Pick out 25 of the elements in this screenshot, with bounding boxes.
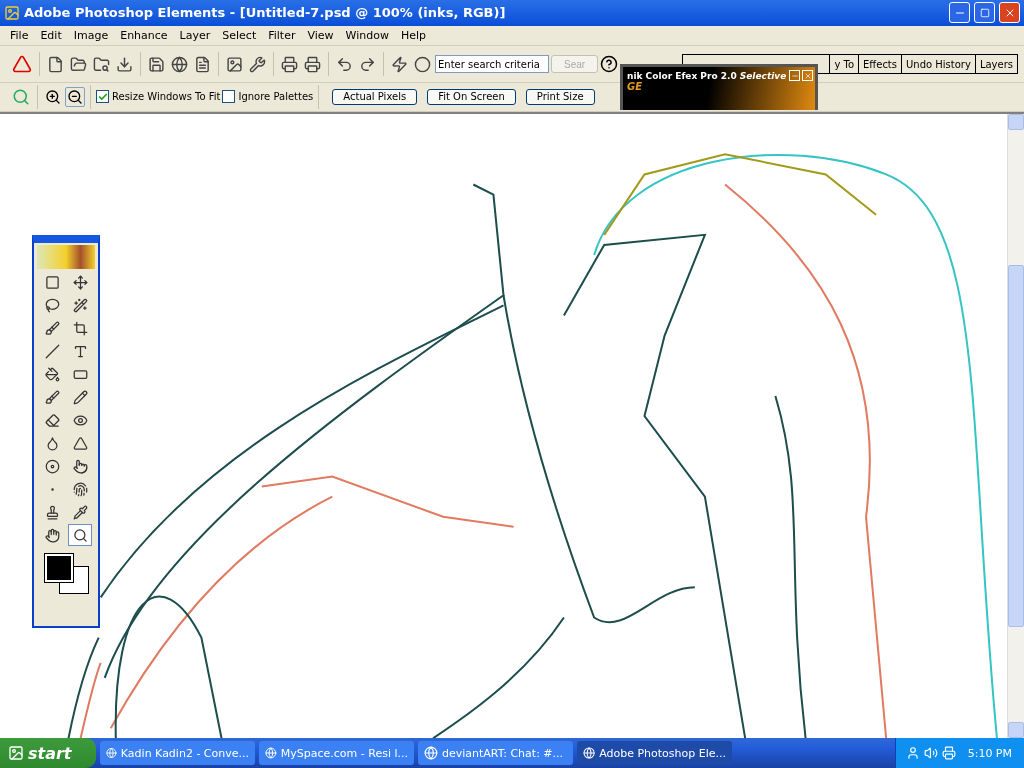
menu-item[interactable]: Layer (173, 29, 217, 43)
menu-item[interactable]: Filter (262, 29, 302, 43)
menu-item[interactable]: Image (67, 29, 115, 43)
window-title: Adobe Photoshop Elements - [Untitled-7.psd @ 100% (inks, RGB)] (24, 5, 507, 21)
plugin-subtitle: GE (627, 81, 644, 92)
clock: 5:10 PM (967, 746, 1012, 760)
option-checkbox[interactable]: Ignore Palettes (222, 90, 314, 104)
option-button[interactable]: Print Size (525, 88, 595, 105)
start-button[interactable]: start (0, 738, 96, 768)
search-field[interactable]: Enter search criteria (435, 55, 549, 74)
plugin-title: nik Color Efex Pro 2.0 Selective (627, 70, 787, 81)
menu-item[interactable]: Enhance (114, 29, 174, 43)
menu-item[interactable]: Select (216, 29, 263, 43)
menu-item[interactable]: View (301, 29, 340, 43)
menu-item[interactable]: Edit (34, 29, 68, 43)
taskbar-button[interactable]: Kadin Kadin2 - Conve... (100, 741, 255, 765)
option-checkbox[interactable]: Resize Windows To Fit (96, 90, 221, 104)
taskbar-button[interactable]: MySpace.com - Resi l... (259, 741, 414, 765)
menu-item[interactable]: Window (339, 29, 395, 43)
menu-item[interactable]: File (4, 29, 35, 43)
option-button[interactable]: Actual Pixels (332, 88, 418, 105)
taskbar-button[interactable]: deviantART: Chat: #... (418, 741, 573, 765)
taskbar-button[interactable]: Adobe Photoshop Ele... (577, 741, 732, 765)
option-button[interactable]: Fit On Screen (427, 88, 516, 105)
menu-item[interactable]: Help (394, 29, 433, 43)
